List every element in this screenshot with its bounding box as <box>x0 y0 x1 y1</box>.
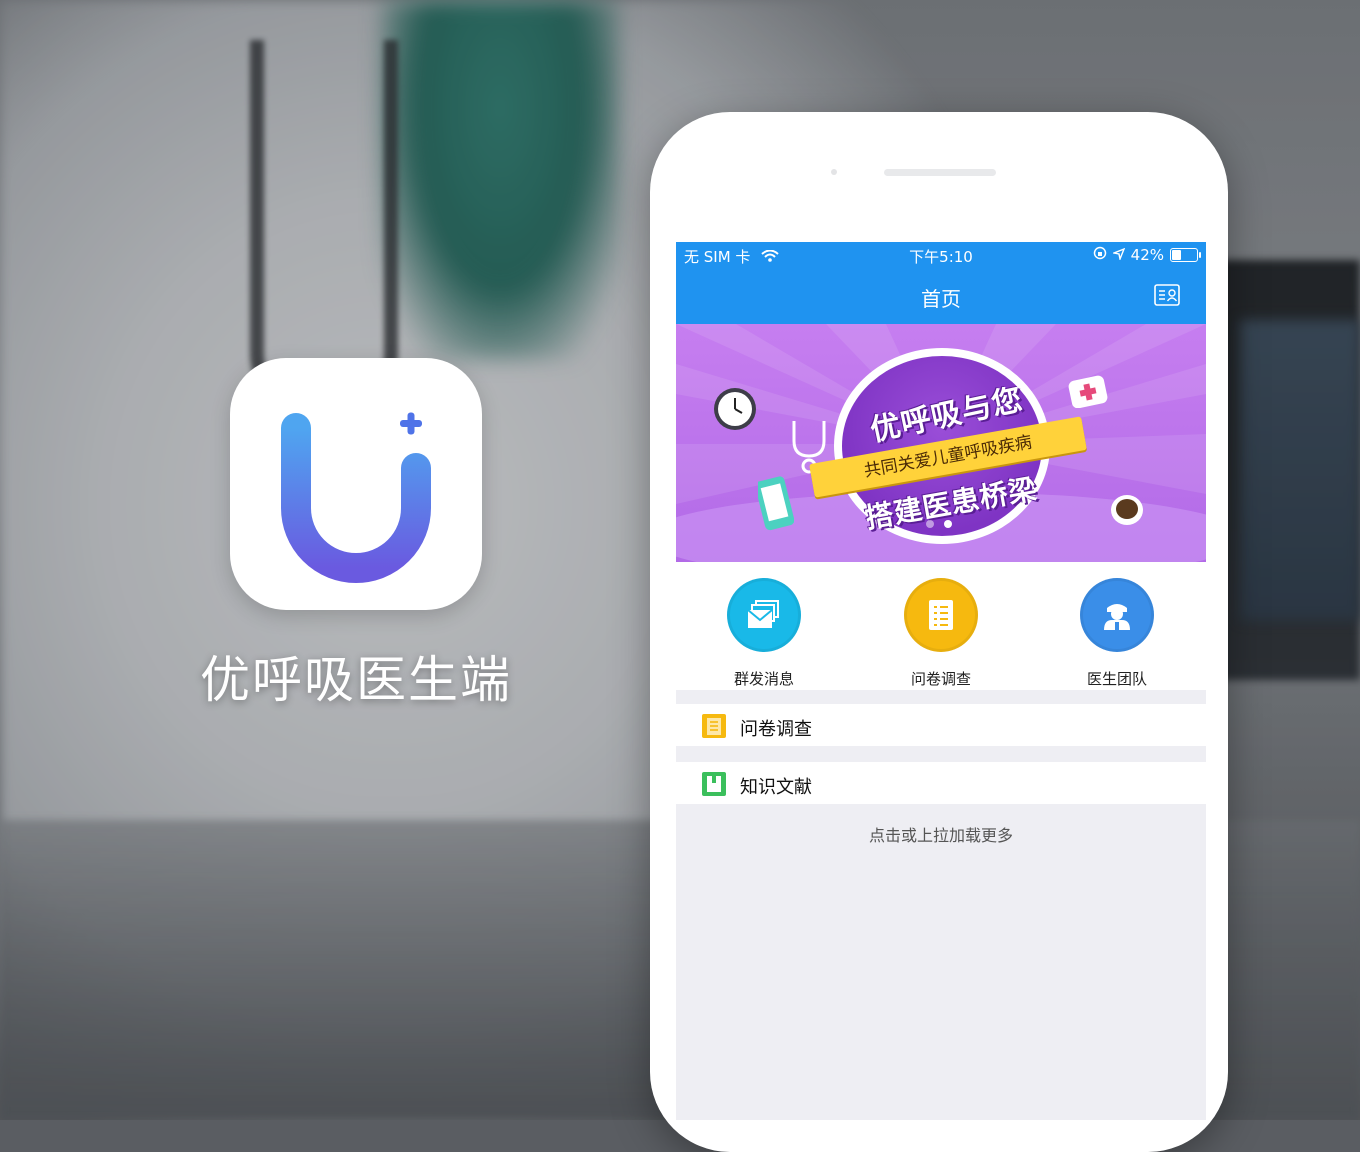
contact-card-icon[interactable] <box>1154 284 1180 306</box>
front-camera <box>831 169 837 175</box>
medical-kit-icon <box>1068 370 1108 412</box>
battery-percent: 42% <box>1130 246 1164 264</box>
questionnaire-label: 问卷调查 <box>910 670 971 688</box>
section-questionnaire[interactable]: 问卷调查 <box>676 704 1206 746</box>
status-bar: 无 SIM 卡 下午5:10 42% <box>676 242 1206 268</box>
doctor-team-button[interactable]: 医生团队 <box>1042 578 1192 689</box>
mass-message-button[interactable]: 群发消息 <box>689 578 839 689</box>
carousel-dot[interactable] <box>926 520 934 528</box>
section-questionnaire-label: 问卷调查 <box>740 719 812 740</box>
location-icon <box>1111 246 1125 264</box>
status-right: 42% <box>1093 246 1201 264</box>
doctor-team-icon <box>1080 578 1154 652</box>
clock-icon <box>712 386 758 436</box>
section-literature-label: 知识文献 <box>740 777 812 798</box>
mail-icon <box>727 578 801 652</box>
nav-bar: 首页 <box>676 268 1206 324</box>
document-icon <box>702 714 726 738</box>
section-literature[interactable]: 知识文献 <box>676 762 1206 804</box>
app-name: 优呼吸医生端 <box>200 651 512 709</box>
phone-screen: 无 SIM 卡 下午5:10 42% 首页 优呼吸与您 共同关爱儿童呼吸疾病 搭… <box>676 242 1206 1120</box>
questionnaire-button[interactable]: 问卷调查 <box>866 578 1016 689</box>
app-logo-icon <box>230 358 482 610</box>
phone-icon <box>755 476 795 536</box>
book-icon <box>702 772 726 796</box>
doctor-team-label: 医生团队 <box>1086 670 1147 688</box>
earpiece-speaker <box>884 169 996 176</box>
page-title: 首页 <box>921 287 961 311</box>
carousel-dot-active[interactable] <box>944 520 952 528</box>
rotation-lock-icon <box>1093 246 1107 264</box>
carousel-indicator[interactable] <box>926 520 952 528</box>
battery-icon <box>1170 248 1201 262</box>
promo-banner[interactable]: 优呼吸与您 共同关爱儿童呼吸疾病 搭建医患桥梁 <box>676 324 1206 562</box>
load-more-button[interactable]: 点击或上拉加载更多 <box>676 822 1206 846</box>
checklist-icon <box>904 578 978 652</box>
mass-message-label: 群发消息 <box>733 670 794 688</box>
coffee-cup-icon <box>1108 492 1146 532</box>
quick-actions: 群发消息 问卷调查 医生团队 <box>676 562 1206 690</box>
